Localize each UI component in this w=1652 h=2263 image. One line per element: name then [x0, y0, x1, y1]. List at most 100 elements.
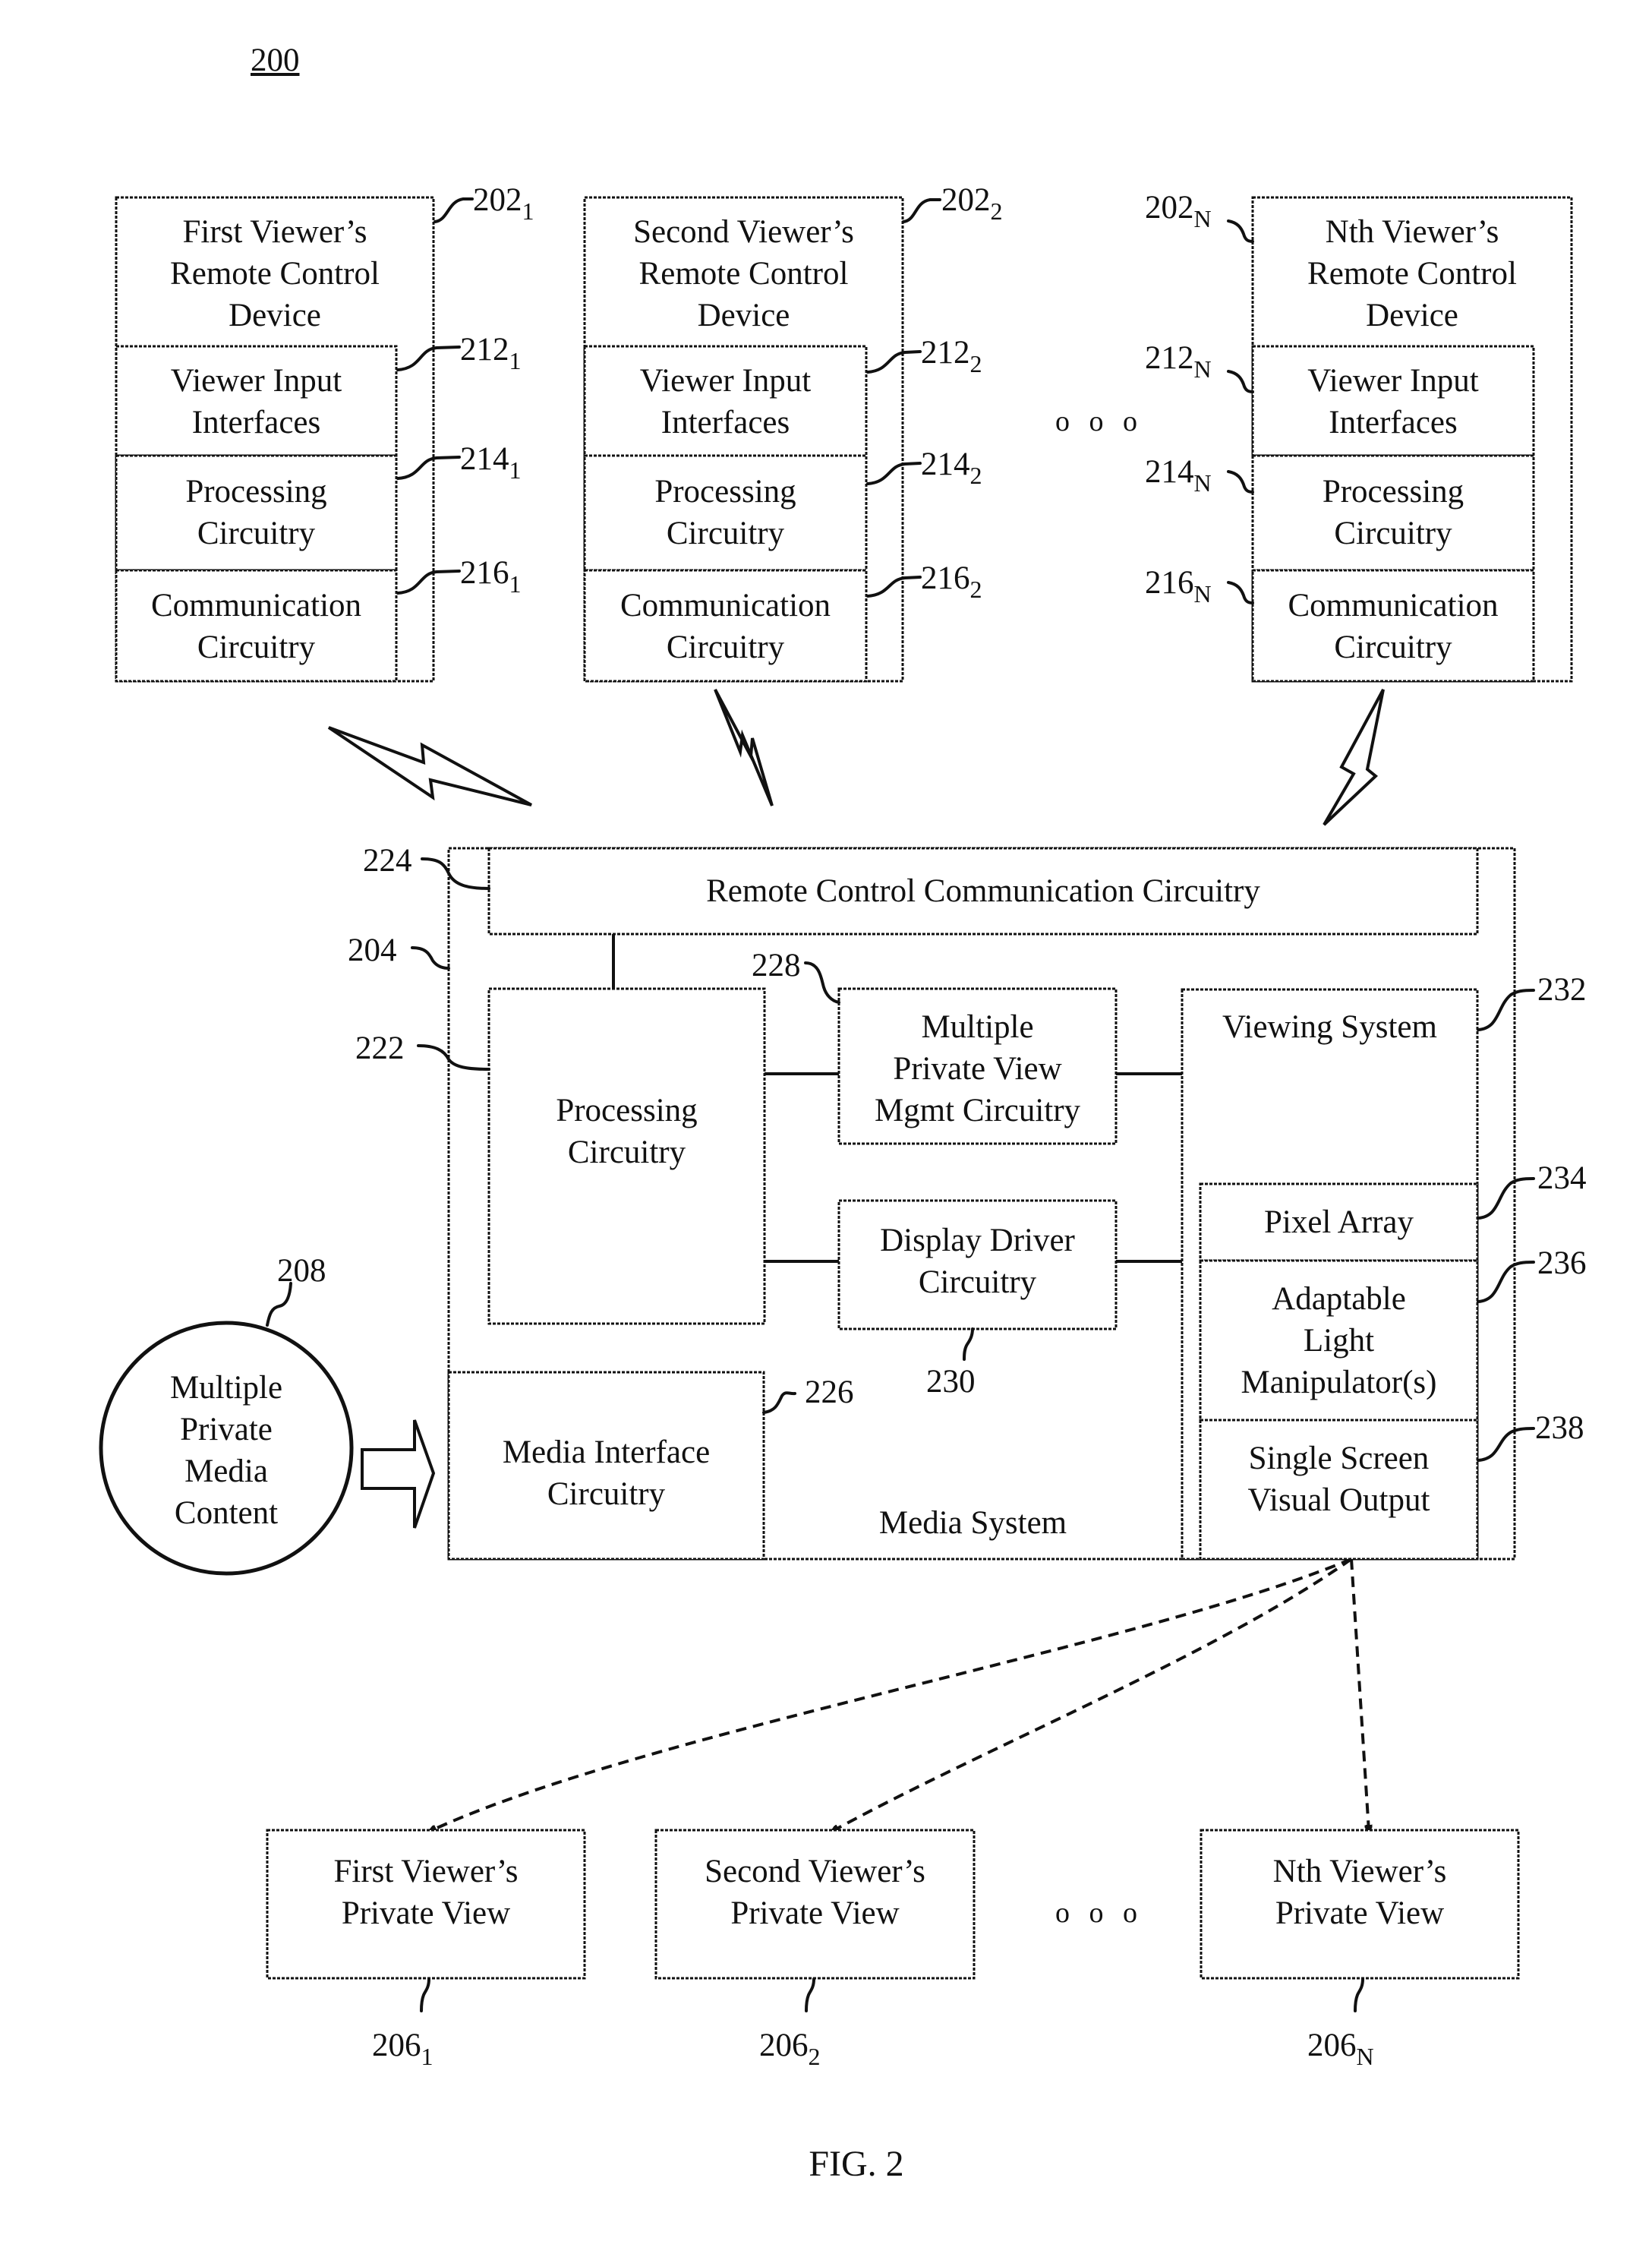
- output-arrow-n: [1350, 1558, 1369, 1831]
- communication-circuitry-n-label: Communication Circuitry: [1288, 588, 1499, 665]
- ref-216-2-sub: 2: [969, 576, 982, 603]
- ref-206-n-sub: N: [1356, 2043, 1374, 2070]
- ref-214-2: 2142: [921, 447, 982, 488]
- ellipsis-devices: o o o: [1055, 406, 1143, 437]
- ref-212-n-sub: N: [1193, 355, 1212, 383]
- figure-caption: FIG. 2: [809, 2144, 904, 2184]
- ref-206-2-sub: 2: [808, 2043, 821, 2070]
- leader-208: [266, 1282, 292, 1327]
- ref-212-2-sub: 2: [969, 350, 982, 377]
- ref-206-n: 206N: [1307, 2028, 1374, 2069]
- output-arrow-1: [430, 1558, 1352, 1831]
- ref-216-1-sub: 1: [509, 570, 522, 598]
- pixel-array-label: Pixel Array: [1263, 1204, 1414, 1240]
- media-content-label: Multiple Private Media Content: [169, 1370, 283, 1531]
- viewing-system-label: Viewing System: [1222, 1009, 1437, 1045]
- light-manipulator-label: Adaptable Light Manipulator(s): [1241, 1281, 1437, 1400]
- viewer-input-interfaces-2-label: Viewer Input Interfaces: [639, 363, 812, 440]
- leader-202-1: [433, 197, 474, 223]
- ref-224: 224: [363, 843, 412, 879]
- wireless-signal-icon-2: [714, 689, 774, 806]
- single-screen-label: Single Screen Visual Output: [1247, 1441, 1430, 1518]
- ref-212-1: 2121: [460, 332, 522, 373]
- ref-202-n-num: 202: [1145, 190, 1194, 226]
- ref-202-n: 202N: [1145, 190, 1212, 231]
- ref-212-1-sub: 1: [509, 347, 522, 374]
- ref-216-2: 2162: [921, 560, 982, 601]
- ref-212-2: 2122: [921, 335, 982, 376]
- ref-216-n-num: 216: [1145, 565, 1194, 601]
- private-view-1-label: First Viewer’s Private View: [333, 1854, 519, 1931]
- ref-214-1: 2141: [460, 441, 522, 482]
- wireless-signal-icon-1: [327, 726, 532, 806]
- output-arrow-2: [833, 1558, 1353, 1831]
- ref-226: 226: [805, 1375, 854, 1410]
- ellipsis-views: o o o: [1055, 1897, 1143, 1929]
- viewer-input-interfaces-1-label: Viewer Input Interfaces: [170, 363, 342, 440]
- ref-214-1-num: 214: [460, 441, 509, 477]
- media-input-arrow-icon: [361, 1419, 436, 1529]
- private-view-n-label: Nth Viewer’s Private View: [1272, 1854, 1447, 1931]
- communication-circuitry-1-label: Communication Circuitry: [150, 588, 362, 665]
- processing-circuitry-n-label: Processing Circuitry: [1322, 474, 1464, 551]
- ref-214-n: 214N: [1145, 454, 1212, 495]
- ref-212-n: 212N: [1145, 340, 1212, 381]
- ref-214-1-sub: 1: [509, 456, 522, 484]
- ref-202-n-sub: N: [1193, 205, 1212, 232]
- leader-214-n: [1227, 470, 1254, 494]
- ref-212-2-num: 212: [921, 335, 970, 371]
- media-interface-label: Media Interface Circuitry: [502, 1434, 711, 1512]
- ref-214-n-sub: N: [1193, 469, 1212, 497]
- ref-206-n-num: 206: [1307, 2028, 1357, 2063]
- processing-circuitry-label: Processing Circuitry: [556, 1093, 698, 1170]
- media-system-label: Media System: [878, 1505, 1067, 1541]
- leader-204: [411, 946, 450, 970]
- ref-202-1-sub: 1: [522, 197, 534, 225]
- ref-208: 208: [277, 1253, 326, 1289]
- leader-202-n: [1227, 219, 1254, 243]
- wireless-signal-icon-n: [1323, 689, 1385, 826]
- display-driver-label: Display Driver Circuitry: [880, 1223, 1075, 1300]
- ref-206-1-num: 206: [372, 2028, 421, 2063]
- ref-222: 222: [355, 1031, 405, 1066]
- processing-circuitry-2-label: Processing Circuitry: [654, 474, 796, 551]
- ref-214-n-num: 214: [1145, 454, 1194, 490]
- ref-228: 228: [752, 948, 801, 983]
- ref-234: 234: [1537, 1160, 1587, 1196]
- ref-204: 204: [348, 933, 397, 968]
- figure-number: 200: [251, 43, 300, 78]
- ref-216-1-num: 216: [460, 555, 509, 591]
- leader-206-n: [1354, 1977, 1364, 2012]
- ref-214-2-num: 214: [921, 447, 970, 482]
- remote-control-comm-label: Remote Control Communication Circuitry: [706, 873, 1260, 909]
- ref-202-1-num: 202: [473, 182, 522, 218]
- leader-216-n: [1227, 581, 1254, 604]
- ref-206-1-sub: 1: [421, 2043, 433, 2070]
- processing-circuitry-1-label: Processing Circuitry: [185, 474, 327, 551]
- ref-232: 232: [1537, 972, 1587, 1008]
- leader-212-n: [1227, 370, 1254, 393]
- communication-circuitry-2-label: Communication Circuitry: [620, 588, 831, 665]
- ref-202-2-sub: 2: [990, 197, 1003, 225]
- leader-206-2: [805, 1977, 815, 2012]
- remote-device-n-title: Nth Viewer’s Remote Control Device: [1307, 214, 1517, 333]
- ref-238: 238: [1535, 1410, 1584, 1446]
- remote-device-1-title: First Viewer’s Remote Control Device: [170, 214, 380, 333]
- ref-230: 230: [926, 1364, 976, 1400]
- viewer-input-interfaces-n-label: Viewer Input Interfaces: [1307, 363, 1479, 440]
- ref-206-2: 2062: [759, 2028, 821, 2069]
- ref-216-1: 2161: [460, 555, 522, 596]
- ref-202-2-num: 202: [941, 182, 991, 218]
- leader-206-1: [420, 1977, 430, 2012]
- ref-212-1-num: 212: [460, 332, 509, 368]
- ref-216-2-num: 216: [921, 560, 970, 596]
- ref-202-2: 2022: [941, 182, 1003, 223]
- ref-206-2-num: 206: [759, 2028, 809, 2063]
- mgmt-circuitry-label: Multiple Private View Mgmt Circuitry: [874, 1009, 1081, 1128]
- leader-202-2: [902, 198, 941, 223]
- private-view-2-label: Second Viewer’s Private View: [705, 1854, 925, 1931]
- ref-236: 236: [1537, 1245, 1587, 1281]
- ref-202-1: 2021: [473, 182, 534, 223]
- ref-214-2-sub: 2: [969, 462, 982, 489]
- ref-206-1: 2061: [372, 2028, 433, 2069]
